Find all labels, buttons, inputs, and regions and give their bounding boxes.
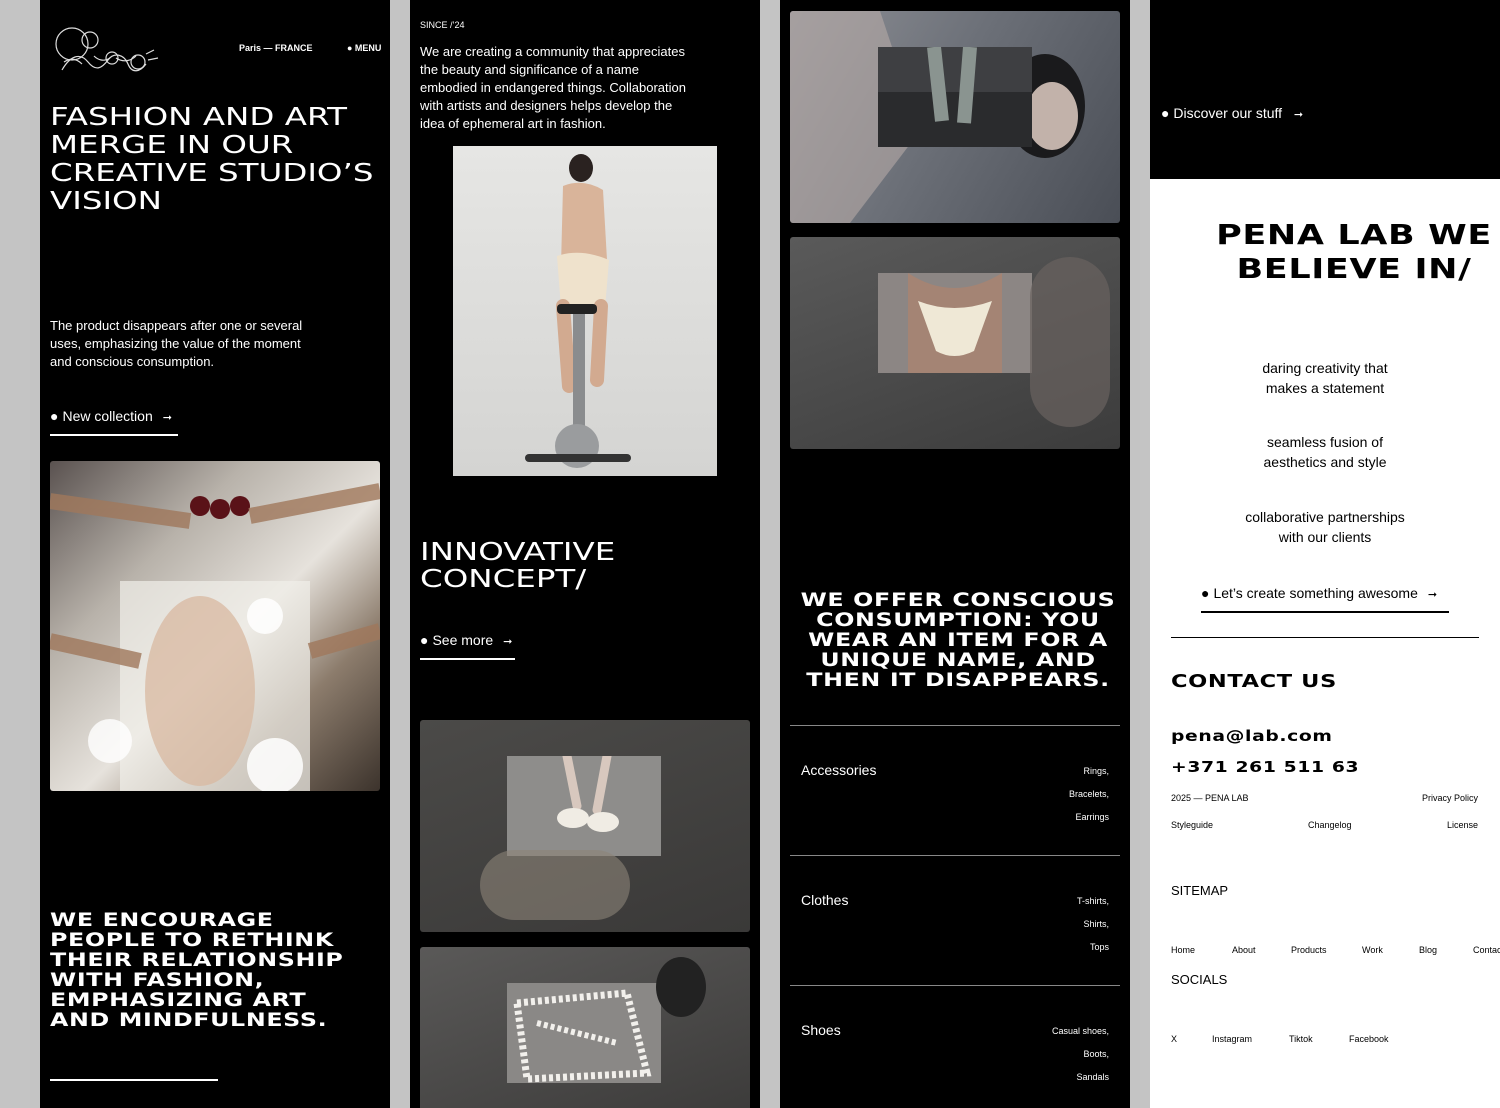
social-x-link[interactable]: X	[1171, 1034, 1177, 1044]
foam-frame-photo	[420, 947, 750, 1108]
belief-item: seamless fusion of aesthetics and style	[1263, 434, 1387, 470]
category-item[interactable]: Rings,	[1069, 760, 1109, 783]
boots-inset	[878, 46, 1032, 147]
email-link[interactable]: pena@lab.com	[1171, 726, 1333, 746]
hero-intro: The product disappears after one or seve…	[50, 318, 303, 369]
category-name: Accessories	[801, 762, 877, 778]
category-item[interactable]: Boots,	[1052, 1043, 1109, 1066]
panel-offer: WE OFFER CONSCIOUS CONSUMPTION: YOU WEAR…	[780, 0, 1130, 1108]
location-label: Paris — FRANCE	[239, 43, 313, 53]
foam-bikini-photo	[790, 237, 1120, 449]
dinner-table-photo	[50, 461, 380, 791]
believe-title-wrap: PENA LAB WE BELIEVE IN/	[1170, 218, 1491, 286]
concept-title: INNOVATIVE CONCEPT/	[420, 537, 616, 593]
arrow-right-icon: ➞	[1427, 589, 1438, 601]
belief-item: daring creativity that makes a statement	[1262, 360, 1388, 396]
see-more-label: See more	[432, 632, 494, 648]
menu-button[interactable]: ● MENU	[347, 43, 381, 53]
arrow-right-icon: ➞	[503, 636, 513, 648]
privacy-policy-link[interactable]: Privacy Policy	[1422, 793, 1478, 803]
see-more-link[interactable]: ● See more ➞	[420, 632, 515, 660]
changelog-link[interactable]: Changelog	[1308, 820, 1352, 830]
panel-about: SINCE /’24 We are creating a community t…	[410, 0, 760, 1108]
contact-title: CONTACT US	[1171, 671, 1337, 692]
category-item[interactable]: Tops	[1077, 936, 1109, 959]
category-name: Clothes	[801, 892, 849, 908]
bullet-dot-icon: ●	[1201, 585, 1210, 601]
copyright-text: 2025 — PENA LAB	[1171, 793, 1249, 803]
foam-base	[480, 850, 630, 920]
category-item[interactable]: Casual shoes,	[1052, 1020, 1109, 1043]
pena-lab-logo[interactable]	[54, 22, 160, 76]
category-item[interactable]: T-shirts,	[1077, 890, 1109, 913]
discover-link[interactable]: ● Discover our stuff ➞	[1161, 105, 1303, 121]
create-awesome-link[interactable]: ● Let’s create something awesome ➞	[1201, 585, 1449, 613]
category-clothes[interactable]: Clothes T-shirts, Shirts, Tops	[790, 855, 1120, 985]
bike-model-photo	[453, 146, 717, 476]
panel-contact: ● Discover our stuff ➞ PENA LAB WE BELIE…	[1150, 0, 1500, 1108]
new-collection-label: New collection	[62, 408, 153, 424]
foam-frame-inset	[507, 983, 661, 1083]
bullet-dot-icon: ●	[1161, 105, 1170, 121]
category-shoes[interactable]: Shoes Casual shoes, Boots, Sandals	[790, 985, 1120, 1108]
license-link[interactable]: License	[1447, 820, 1478, 830]
bullet-dot-icon: ●	[50, 408, 59, 424]
discover-banner: ● Discover our stuff ➞	[1150, 0, 1500, 179]
sitemap-products-link[interactable]: Products	[1291, 945, 1327, 955]
offer-statement: WE OFFER CONSCIOUS CONSUMPTION: YOU WEAR…	[800, 589, 1116, 691]
category-item[interactable]: Bracelets,	[1069, 783, 1109, 806]
bullet-dot-icon: ●	[420, 632, 429, 648]
phone-link[interactable]: +371 261 511 63	[1171, 757, 1359, 777]
divider-line	[50, 1079, 218, 1081]
foam-shoes-inset	[507, 751, 661, 856]
category-item[interactable]: Earrings	[1069, 806, 1109, 829]
body-shape	[1030, 257, 1110, 427]
category-item[interactable]: Sandals	[1052, 1066, 1109, 1089]
believe-title: PENA LAB WE BELIEVE IN/	[1216, 218, 1492, 285]
statement-heading: WE ENCOURAGE PEOPLE TO RETHINK THEIR REL…	[50, 909, 344, 1031]
foam-shoes-photo	[420, 720, 750, 932]
category-item[interactable]: Shirts,	[1077, 913, 1109, 936]
sitemap-contacts-link[interactable]: Contacts	[1473, 945, 1500, 955]
socials-title: SOCIALS	[1171, 972, 1228, 987]
new-collection-link[interactable]: ● New collection ➞	[50, 408, 178, 436]
create-awesome-label: Let’s create something awesome	[1213, 585, 1418, 601]
arrow-right-icon: ➞	[162, 412, 172, 424]
sitemap-blog-link[interactable]: Blog	[1419, 945, 1437, 955]
boot-shape	[656, 957, 706, 1017]
discover-label: Discover our stuff	[1173, 105, 1283, 121]
sitemap-title: SITEMAP	[1171, 883, 1229, 898]
about-text: We are creating a community that appreci…	[420, 44, 686, 131]
sitemap-home-link[interactable]: Home	[1171, 945, 1195, 955]
social-instagram-link[interactable]: Instagram	[1212, 1034, 1252, 1044]
social-tiktok-link[interactable]: Tiktok	[1289, 1034, 1313, 1044]
sitemap-work-link[interactable]: Work	[1362, 945, 1383, 955]
divider-line	[1171, 637, 1479, 638]
belief-item: collaborative partnerships with our clie…	[1245, 509, 1405, 545]
category-name: Shoes	[801, 1022, 841, 1038]
model-portrait-photo	[790, 11, 1120, 223]
category-accessories[interactable]: Accessories Rings, Bracelets, Earrings	[790, 725, 1120, 855]
sitemap-about-link[interactable]: About	[1232, 945, 1256, 955]
since-label: SINCE /’24	[420, 20, 465, 30]
arrow-right-icon: ➞	[1293, 109, 1304, 121]
hero-headline: FASHION AND ART MERGE IN OUR CREATIVE ST…	[50, 102, 374, 215]
styleguide-link[interactable]: Styleguide	[1171, 820, 1213, 830]
panel-hero: Paris — FRANCE ● MENU FASHION AND ART ME…	[40, 0, 390, 1108]
social-facebook-link[interactable]: Facebook	[1349, 1034, 1389, 1044]
bikini-inset	[878, 273, 1032, 373]
